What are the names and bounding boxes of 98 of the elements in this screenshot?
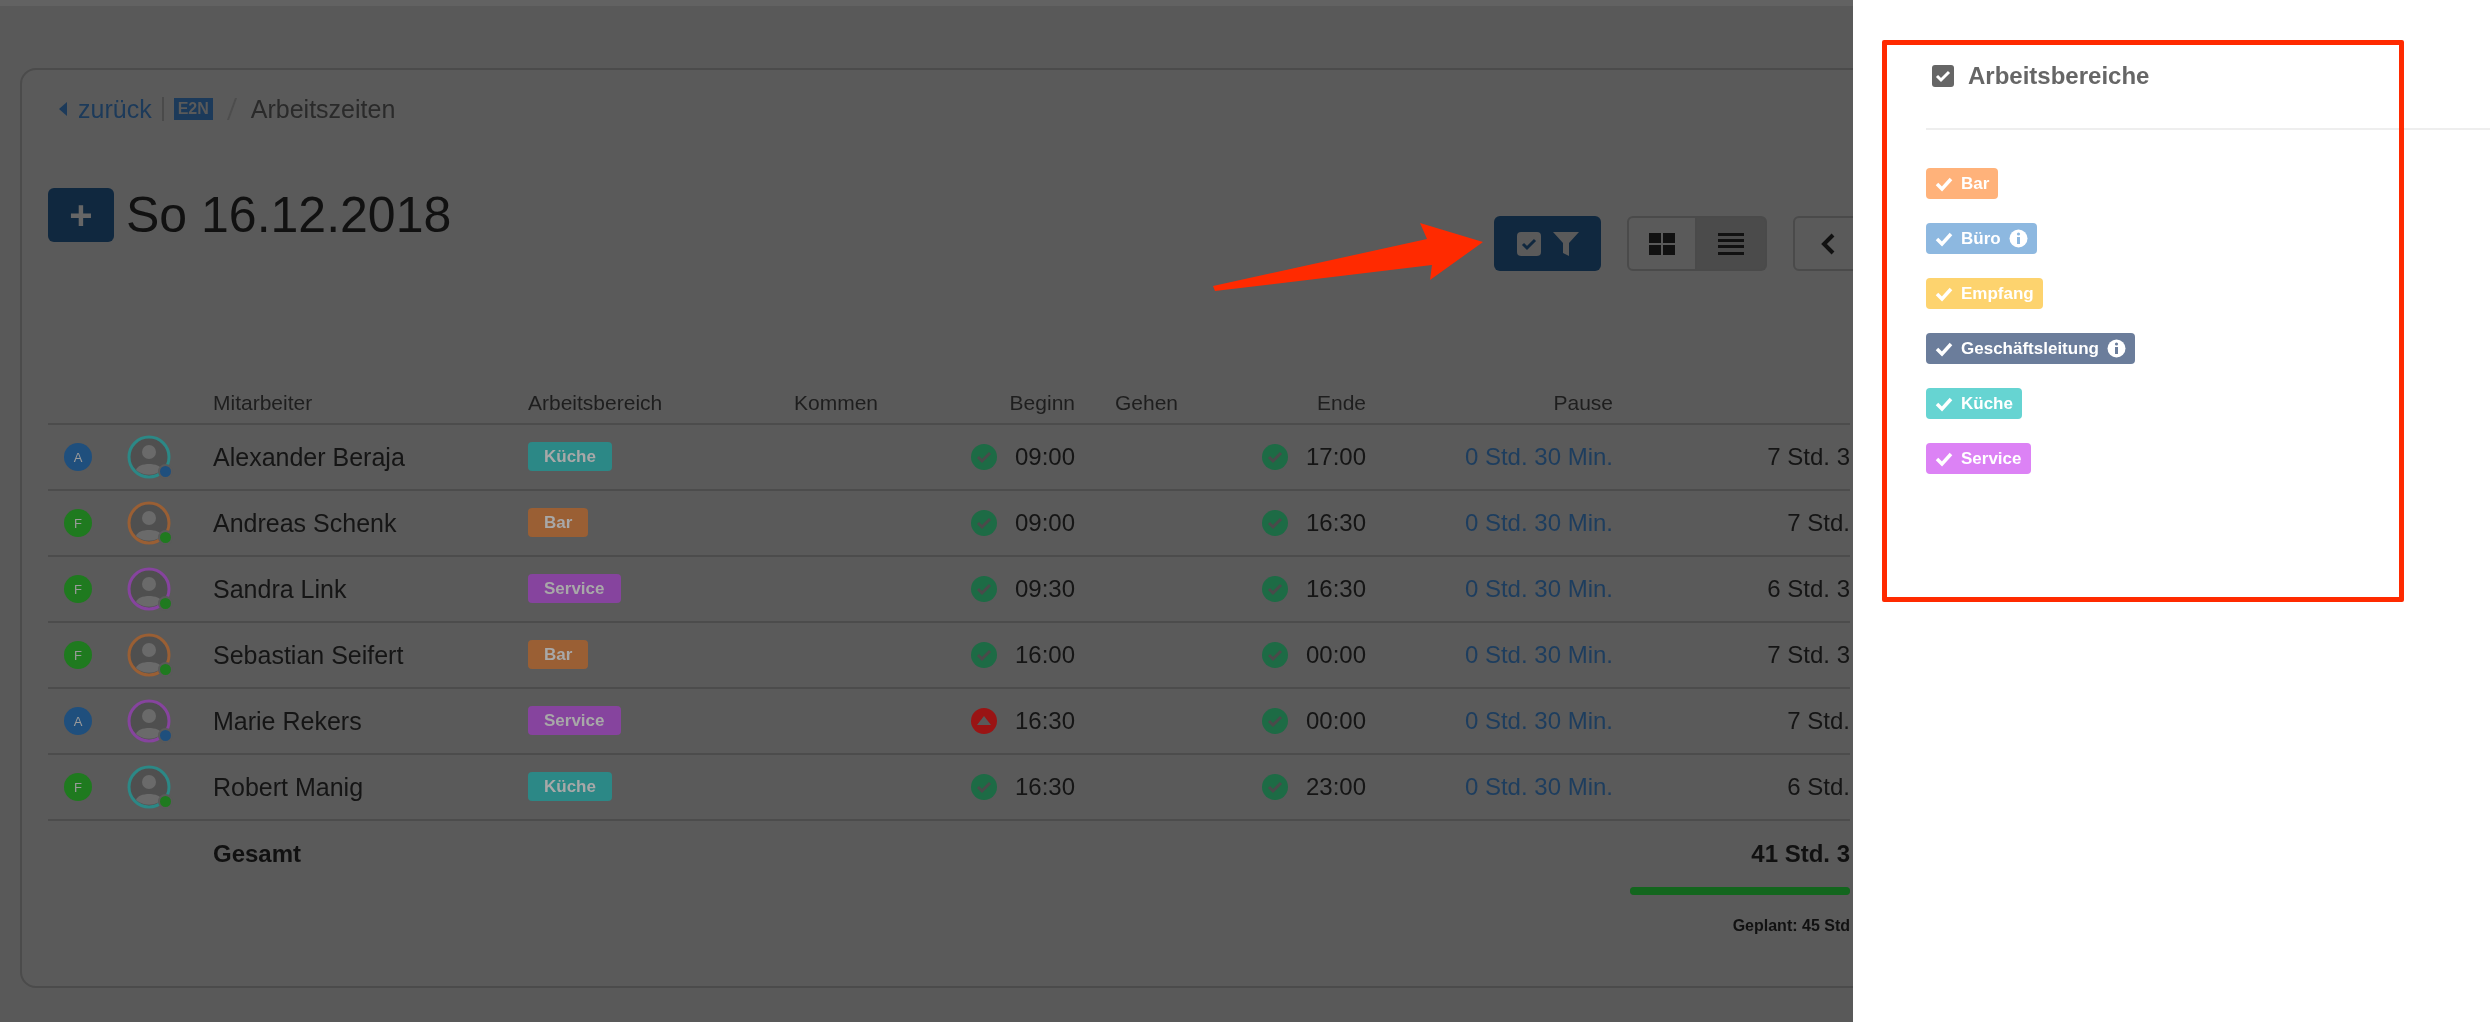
status-badge: F (64, 773, 92, 801)
check-icon (1935, 285, 1953, 302)
pause-link[interactable]: 0 Std. 30 Min. (1464, 509, 1613, 537)
time-text: 09:30 (1014, 575, 1075, 603)
area-filter-tag[interactable]: Bar (1926, 168, 1999, 199)
area-tag: Küche (528, 442, 612, 471)
total-hours: 7 Std. (1787, 509, 1850, 537)
time-text: 16:00 (1014, 641, 1075, 669)
check-icon (1935, 395, 1953, 412)
back-link[interactable]: zurück (78, 94, 152, 124)
employee-name: Marie Rekers (213, 706, 362, 735)
avatar-icon (127, 435, 171, 479)
time-text: 00:00 (1305, 641, 1366, 669)
pause-link[interactable]: 0 Std. 30 Min. (1464, 773, 1613, 801)
time-text: 09:00 (1014, 509, 1075, 537)
total-hours: 6 Std. (1787, 773, 1850, 801)
column-header: Gehen (1115, 391, 1179, 414)
chevron-left-icon (1821, 232, 1835, 255)
filter-button[interactable] (1494, 216, 1601, 271)
caret-left-icon (58, 102, 68, 116)
grid-icon (1649, 232, 1675, 255)
view-toggle[interactable] (1697, 216, 1767, 271)
status-badge: A (64, 707, 92, 735)
avatar-icon (127, 633, 171, 677)
panel-title: Arbeitsbereiche (1968, 62, 2150, 90)
planned-hours: Geplant: 45 Std (1732, 917, 1850, 935)
time-text: 09:00 (1014, 443, 1075, 471)
area-filter-tag[interactable]: Service (1926, 443, 2031, 474)
warning-circle-icon (970, 708, 997, 734)
total-label: Gesamt (213, 840, 302, 867)
column-header: Beginn (1009, 391, 1075, 415)
add-button[interactable]: + (48, 188, 114, 242)
time-text: 16:30 (1014, 773, 1075, 801)
check-icon (1935, 175, 1953, 192)
total-hours: 6 Std. 3 (1767, 575, 1850, 603)
avatar-icon (127, 699, 171, 743)
logo[interactable]: E2N (173, 98, 213, 120)
time-text: 16:30 (1305, 575, 1366, 603)
avatar-icon (127, 765, 171, 809)
pause-link[interactable]: 0 Std. 30 Min. (1464, 707, 1613, 735)
list-icon (1718, 232, 1744, 255)
check-circle-icon (1261, 642, 1288, 668)
check-circle-icon (1261, 708, 1288, 734)
employee-name: Alexander Beraja (213, 442, 405, 471)
check-icon (1935, 230, 1953, 247)
checkbox[interactable] (1931, 64, 1955, 88)
employee-name: Sandra Link (213, 574, 347, 603)
column-header: Pause (1553, 391, 1613, 415)
time-text: 16:30 (1014, 707, 1075, 735)
total-hours: 7 Std. (1787, 707, 1850, 735)
status-badge: F (64, 509, 92, 537)
area-tag: Service (528, 706, 621, 735)
check-icon (1935, 450, 1953, 467)
column-header: Ende (1316, 391, 1366, 415)
status-badge: A (64, 443, 92, 471)
area-tag: Bar (528, 640, 589, 669)
check-circle-icon (970, 774, 997, 800)
checkbox-icon (1515, 230, 1542, 257)
previous-button[interactable] (1793, 216, 1853, 271)
area-tag: Bar (528, 508, 589, 537)
employee-name: Andreas Schenk (213, 508, 397, 537)
pause-link[interactable]: 0 Std. 30 Min. (1464, 641, 1613, 669)
total-hours: 7 Std. 3 (1767, 641, 1850, 669)
time-text: 17:00 (1305, 443, 1366, 471)
total-hours: 7 Std. 3 (1767, 443, 1850, 471)
funnel-icon (1551, 229, 1580, 258)
total-sum: 41 Std. 3 (1751, 840, 1850, 868)
time-text: 23:00 (1305, 773, 1366, 801)
view-toggle[interactable] (1627, 216, 1697, 271)
date-title: So 16.12.2018 (126, 186, 452, 244)
check-circle-icon (1261, 774, 1288, 800)
status-badge: F (64, 641, 92, 669)
avatar-icon (127, 501, 171, 545)
check-circle-icon (1261, 444, 1288, 470)
column-header: Arbeitsbereich (528, 391, 663, 414)
pause-link[interactable]: 0 Std. 30 Min. (1464, 443, 1613, 471)
area-filter-tag[interactable]: Büro (1926, 223, 2037, 254)
area-filter-tag[interactable]: Empfang (1926, 278, 2043, 309)
time-text: 00:00 (1305, 707, 1366, 735)
avatar-icon (127, 567, 171, 611)
column-header: Kommen (794, 391, 879, 414)
check-circle-icon (970, 444, 997, 470)
column-header: Mitarbeiter (213, 391, 313, 414)
check-circle-icon (1261, 510, 1288, 536)
check-circle-icon (970, 510, 997, 536)
employee-name: Robert Manig (213, 772, 364, 801)
check-circle-icon (1261, 576, 1288, 602)
check-circle-icon (970, 642, 997, 668)
pause-link[interactable]: 0 Std. 30 Min. (1464, 575, 1613, 603)
area-filter-tag[interactable]: Geschäftsleitung (1926, 333, 2135, 364)
area-tag: Küche (528, 772, 612, 801)
status-badge: F (64, 575, 92, 603)
check-icon (1935, 340, 1953, 357)
time-text: 16:30 (1305, 509, 1366, 537)
employee-name: Sebastian Seifert (213, 640, 404, 669)
area-tag: Service (528, 574, 621, 603)
area-filter-tag[interactable]: Küche (1926, 388, 2022, 419)
check-circle-icon (970, 576, 997, 602)
